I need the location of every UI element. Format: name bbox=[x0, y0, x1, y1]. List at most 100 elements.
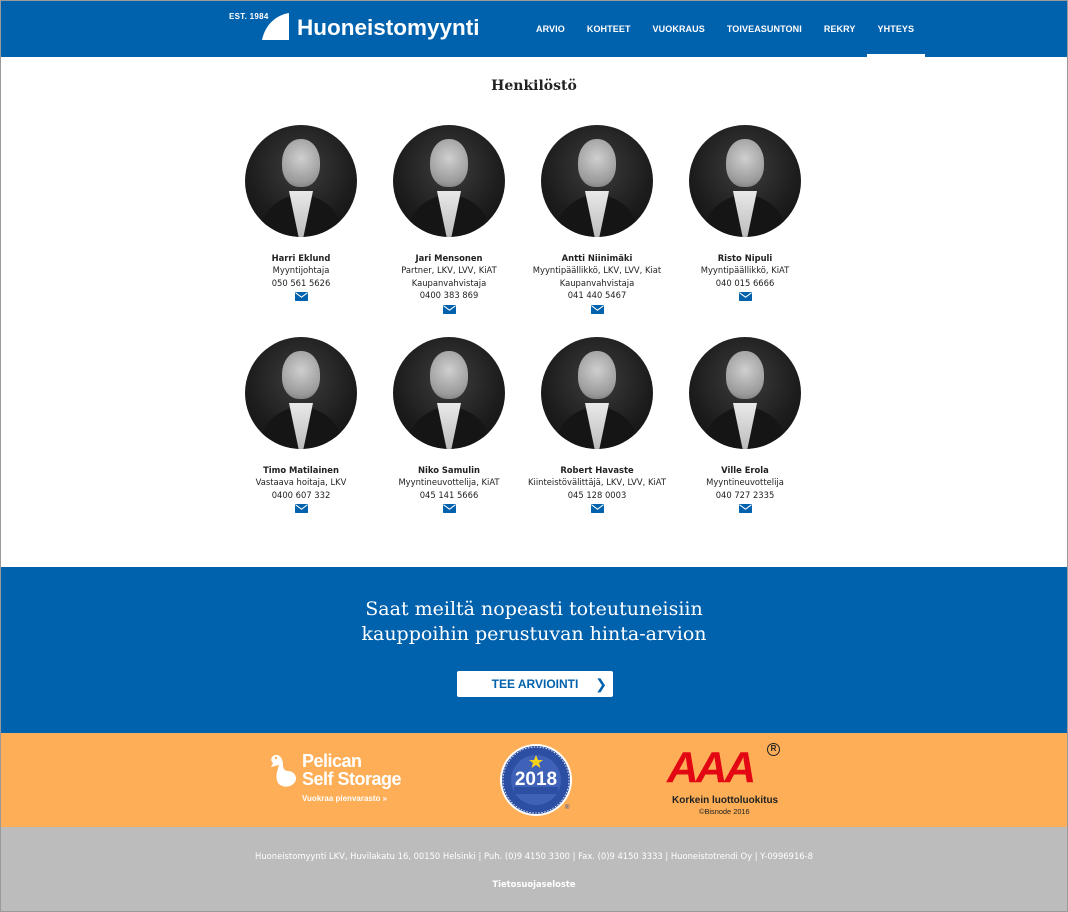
staff-email-link[interactable] bbox=[671, 501, 819, 516]
staff-info: Robert Havaste Kiinteistövälittäjä, LKV, … bbox=[523, 464, 671, 517]
logo-name: Huoneistomyynti bbox=[297, 15, 480, 40]
staff-phone[interactable]: 0400 607 332 bbox=[227, 489, 375, 501]
staff-name: Timo Matilainen bbox=[263, 465, 339, 475]
staff-title-line: Kaupanvahvistaja bbox=[559, 277, 635, 288]
staff-photo bbox=[541, 337, 653, 449]
staff-card: Jari Mensonen Partner, LKV, LVV, KiAT Kaup… bbox=[375, 125, 523, 325]
aaa-letters: AAA bbox=[667, 743, 756, 792]
envelope-icon[interactable] bbox=[590, 304, 604, 314]
staff-info: Timo Matilainen Vastaava hoitaja, LKV 0400… bbox=[227, 464, 375, 517]
privacy-policy-link[interactable]: Tietosuojaseloste bbox=[1, 879, 1067, 889]
staff-photo bbox=[541, 125, 653, 237]
staff-name: Antti Niinimäki bbox=[561, 253, 633, 263]
staff-photo bbox=[689, 125, 801, 237]
pelican-self-storage-logo[interactable]: Pelican Self Storage Vuokraa pienvarasto… bbox=[269, 751, 419, 811]
nav-item-kohteet[interactable]: KOHTEET bbox=[576, 1, 642, 57]
badge-2018[interactable]: ® 2018 bbox=[499, 743, 573, 817]
staff-name: Niko Samulin bbox=[418, 465, 480, 475]
nav-item-rekry[interactable]: REKRY bbox=[813, 1, 867, 57]
cta-heading: Saat meiltä nopeasti toteutuneisiin kaup… bbox=[1, 597, 1067, 647]
photo-head bbox=[430, 139, 468, 187]
staff-name: Robert Havaste bbox=[560, 465, 634, 475]
staff-card: Robert Havaste Kiinteistövälittäjä, LKV, … bbox=[523, 337, 671, 537]
staff-title-line: Vastaava hoitaja, LKV bbox=[255, 477, 347, 488]
staff-title-line: Myyntipäällikkö, KiAT bbox=[700, 265, 790, 276]
staff-email-link[interactable] bbox=[227, 289, 375, 304]
staff-email-link[interactable] bbox=[671, 289, 819, 304]
cta-heading-line-1: Saat meiltä nopeasti toteutuneisiin bbox=[365, 598, 703, 620]
staff-name: Risto Nipuli bbox=[717, 253, 773, 263]
staff-title-line: Myyntineuvottelija bbox=[706, 477, 784, 488]
staff-phone[interactable]: 040 015 6666 bbox=[671, 277, 819, 289]
staff-phone[interactable]: 040 727 2335 bbox=[671, 489, 819, 501]
cta-heading-line-2: kauppoihin perustuvan hinta-arvion bbox=[361, 623, 707, 645]
tee-arviointi-label: TEE ARVIOINTI bbox=[491, 677, 579, 691]
tee-arviointi-button[interactable]: TEE ARVIOINTI ❯ bbox=[457, 671, 613, 697]
staff-phone[interactable]: 050 561 5626 bbox=[227, 277, 375, 289]
staff-phone[interactable]: 041 440 5467 bbox=[523, 289, 671, 301]
registered-mark-icon: R bbox=[767, 743, 780, 756]
nav-item-arvio[interactable]: ARVIO bbox=[525, 1, 576, 57]
staff-card: Ville Erola Myyntineuvottelija 040 727 233… bbox=[671, 337, 819, 537]
staff-phone[interactable]: 0400 383 869 bbox=[375, 289, 523, 301]
staff-title-line: Myyntijohtaja bbox=[272, 265, 330, 276]
site-header: EST. 1984 Huoneistomyynti ARVIO KOHTEET VU… bbox=[1, 1, 1067, 57]
envelope-icon[interactable] bbox=[294, 292, 308, 302]
main-nav: ARVIO KOHTEET VUOKRAUS TOIVEASUNTONI REKRY YH… bbox=[525, 1, 925, 57]
staff-name: Jari Mensonen bbox=[415, 253, 483, 263]
pelican-tagline[interactable]: Vuokraa pienvarasto » bbox=[302, 794, 387, 803]
staff-photo bbox=[245, 337, 357, 449]
staff-name: Harri Eklund bbox=[271, 253, 331, 263]
page-frame: EST. 1984 Huoneistomyynti ARVIO KOHTEET VU… bbox=[0, 0, 1068, 912]
envelope-icon[interactable] bbox=[294, 504, 308, 514]
photo-head bbox=[578, 139, 616, 187]
envelope-icon[interactable] bbox=[442, 504, 456, 514]
staff-title-line: Partner, LKV, LVV, KiAT bbox=[401, 265, 497, 276]
staff-info: Risto Nipuli Myyntipäällikkö, KiAT 040 015… bbox=[671, 252, 819, 305]
site-footer: Huoneistomyynti LKV, Huvilakatu 16, 0015… bbox=[1, 827, 1067, 911]
staff-title-line: Kiinteistövälittäjä, LKV, LVV, KiAT bbox=[528, 477, 666, 488]
staff-photo bbox=[245, 125, 357, 237]
photo-head bbox=[726, 139, 764, 187]
staff-email-link[interactable] bbox=[523, 501, 671, 516]
staff-info: Jari Mensonen Partner, LKV, LVV, KiAT Kaup… bbox=[375, 252, 523, 317]
nav-item-vuokraus[interactable]: VUOKRAUS bbox=[642, 1, 716, 57]
photo-head bbox=[282, 351, 320, 399]
chevron-right-icon: ❯ bbox=[595, 676, 607, 692]
staff-card: Niko Samulin Myyntineuvottelija, KiAT 045 … bbox=[375, 337, 523, 537]
staff-card: Risto Nipuli Myyntipäällikkö, KiAT 040 015… bbox=[671, 125, 819, 325]
envelope-icon[interactable] bbox=[442, 304, 456, 314]
aaa-caption: Korkein luottoluokitus bbox=[672, 795, 779, 806]
photo-head bbox=[430, 351, 468, 399]
nav-item-yhteys[interactable]: YHTEYS bbox=[866, 1, 926, 57]
aaa-source: ©Bisnode 2016 bbox=[699, 807, 750, 816]
staff-section-title: Henkilöstö bbox=[491, 78, 577, 94]
staff-info: Antti Niinimäki Myyntipäällikkö, LKV, LVV… bbox=[523, 252, 671, 317]
envelope-icon[interactable] bbox=[590, 504, 604, 514]
nav-item-toiveasuntoni[interactable]: TOIVEASUNTONI bbox=[716, 1, 813, 57]
staff-photo bbox=[393, 337, 505, 449]
envelope-icon[interactable] bbox=[738, 504, 752, 514]
svg-text:®: ® bbox=[565, 804, 570, 811]
staff-email-link[interactable] bbox=[375, 302, 523, 317]
partner-logos: Pelican Self Storage Vuokraa pienvarasto… bbox=[1, 733, 1067, 827]
staff-card: Harri Eklund Myyntijohtaja 050 561 5626 bbox=[227, 125, 375, 325]
staff-email-link[interactable] bbox=[227, 501, 375, 516]
photo-head bbox=[578, 351, 616, 399]
photo-head bbox=[726, 351, 764, 399]
photo-head bbox=[282, 139, 320, 187]
staff-info: Niko Samulin Myyntineuvottelija, KiAT 045 … bbox=[375, 464, 523, 517]
staff-card: Antti Niinimäki Myyntipäällikkö, LKV, LVV… bbox=[523, 125, 671, 325]
staff-phone[interactable]: 045 128 0003 bbox=[523, 489, 671, 501]
aaa-credit-rating-logo[interactable]: AAA R Korkein luottoluokitus ©Bisnode 20… bbox=[667, 743, 787, 821]
logo-sail-icon bbox=[262, 13, 289, 40]
staff-info: Harri Eklund Myyntijohtaja 050 561 5626 bbox=[227, 252, 375, 305]
staff-email-link[interactable] bbox=[523, 302, 671, 317]
envelope-icon[interactable] bbox=[738, 292, 752, 302]
pelican-line-2: Self Storage bbox=[302, 769, 402, 789]
staff-name: Ville Erola bbox=[721, 465, 769, 475]
staff-email-link[interactable] bbox=[375, 501, 523, 516]
staff-phone[interactable]: 045 141 5666 bbox=[375, 489, 523, 501]
valuation-cta: Saat meiltä nopeasti toteutuneisiin kaup… bbox=[1, 567, 1067, 733]
footer-address: Huoneistomyynti LKV, Huvilakatu 16, 0015… bbox=[255, 851, 813, 861]
